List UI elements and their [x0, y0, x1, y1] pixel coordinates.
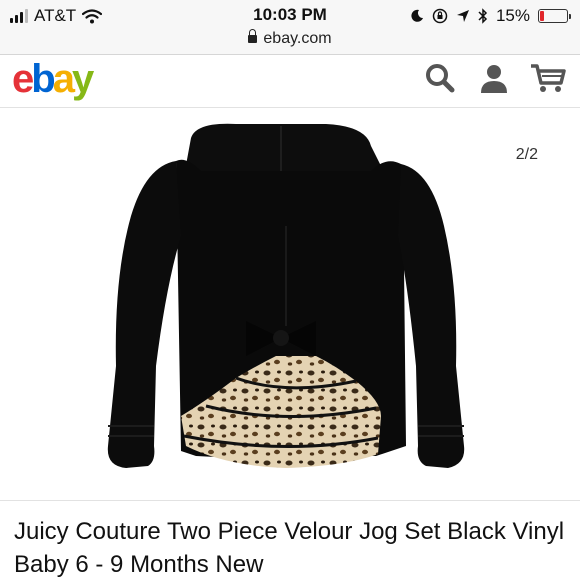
lock-icon — [248, 29, 258, 43]
account-button[interactable] — [477, 61, 511, 95]
cart-button[interactable] — [529, 61, 566, 95]
logo-letter-a: a — [52, 57, 75, 101]
url-text: ebay.com — [263, 30, 332, 47]
logo-letter-b: b — [31, 57, 56, 101]
status-bar: AT&T 10:03 PM 15% — [0, 0, 580, 30]
status-right: 15% — [410, 6, 571, 26]
site-header: ebay — [0, 55, 580, 108]
cart-icon — [531, 64, 566, 92]
bluetooth-icon — [478, 8, 488, 24]
image-pager: 2/2 — [515, 146, 538, 163]
url-display: ebay.com — [0, 29, 580, 48]
battery-icon — [538, 9, 571, 23]
logo-letter-y: y — [71, 57, 94, 101]
product-title: Juicy Couture Two Piece Velour Jog Set B… — [14, 518, 565, 578]
logo-letter-e: e — [12, 57, 34, 101]
battery-fill — [540, 11, 544, 21]
search-icon — [426, 64, 455, 93]
rotation-lock-icon — [432, 8, 448, 24]
location-icon — [456, 10, 469, 22]
product-image[interactable] — [86, 116, 486, 496]
url-bar[interactable]: ebay.com — [0, 29, 580, 55]
battery-percent: 15% — [495, 6, 530, 25]
ebay-logo[interactable]: ebay — [12, 57, 94, 102]
user-icon — [481, 65, 507, 93]
search-button[interactable] — [423, 61, 457, 95]
moon-icon — [411, 9, 423, 22]
product-gallery[interactable]: 2/2 — [0, 108, 580, 501]
